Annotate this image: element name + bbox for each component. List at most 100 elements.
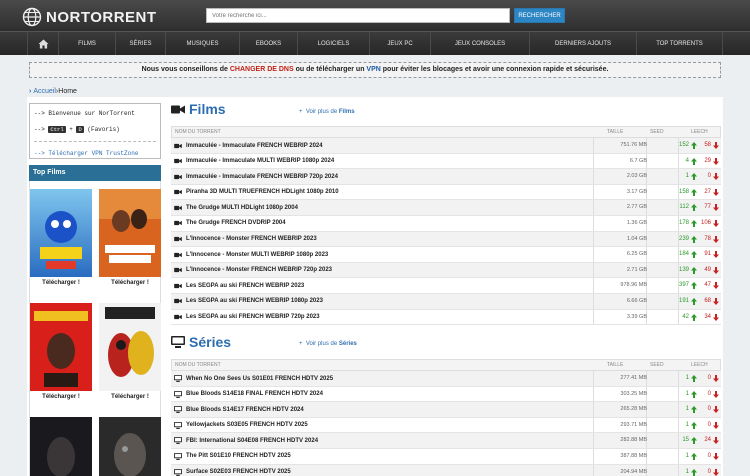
torrent-name-link[interactable]: Les SEGPA au ski FRENCH WEBRIP 2023: [174, 278, 304, 293]
poster-image[interactable]: [30, 189, 92, 277]
table-row[interactable]: Yellowjackets S03E05 FRENCH HDTV 2025 293…: [171, 417, 721, 434]
breadcrumb-home-link[interactable]: Accueil: [33, 88, 56, 95]
table-row[interactable]: Les SEGPA au ski FRENCH WEBRIP 2023 978.9…: [171, 278, 721, 294]
banner-text-2: ou de télécharger un: [293, 66, 367, 73]
table-row[interactable]: Les SEGPA au ski FRENCH WEBRIP 1080p 202…: [171, 293, 721, 310]
nav-logiciels[interactable]: LOGICIELS: [297, 32, 369, 55]
vpn-link[interactable]: VPN: [366, 66, 380, 73]
torrent-name-link[interactable]: Immaculée - Immaculate FRENCH WEBRIP 720…: [174, 169, 338, 184]
vpn-download-link[interactable]: --> Télécharger VPN TrustZone: [34, 150, 138, 157]
torrent-name-link[interactable]: The Grudge MULTI HDLight 1080p 2004: [174, 200, 298, 215]
home-icon: [38, 38, 48, 49]
download-label[interactable]: Télécharger !: [99, 280, 161, 286]
arrow-down-icon: [713, 142, 719, 149]
table-row[interactable]: Immaculée - Immaculate FRENCH WEBRIP 720…: [171, 169, 721, 185]
torrent-name-link[interactable]: Les SEGPA au ski FRENCH WEBRIP 1080p 202…: [174, 294, 323, 309]
divider: [34, 141, 156, 142]
nav-films[interactable]: FILMS: [58, 32, 115, 55]
table-row[interactable]: Surface S02E03 FRENCH HDTV 2025 204.94 MB…: [171, 464, 721, 476]
torrent-name-link[interactable]: L'Innocence - Monster MULTI WEBRIP 1080p…: [174, 247, 328, 262]
torrent-name-link[interactable]: L'Innocence - Monster FRENCH WEBRIP 2023: [174, 232, 317, 247]
torrent-name-link[interactable]: Surface S02E03 FRENCH HDTV 2025: [174, 465, 291, 476]
leech-value: 34: [704, 313, 711, 320]
torrent-name-link[interactable]: Piranha 3D MULTI TRUEFRENCH HDLight 1080…: [174, 185, 339, 200]
banner-text-3: pour éviter les blocages et avoir une co…: [380, 66, 609, 73]
torrent-name-link[interactable]: Blue Bloods S14E18 FINAL FRENCH HDTV 202…: [174, 387, 323, 402]
arrow-down-icon: [713, 297, 719, 305]
video-camera-icon: [174, 205, 182, 211]
poster-image[interactable]: [30, 417, 92, 476]
table-header: NOM DU TORRENT TAILLE SEED LEECH: [171, 126, 721, 138]
table-row[interactable]: Les SEGPA au ski FRENCH WEBRIP 720p 2023…: [171, 309, 721, 326]
nav-jeux-pc[interactable]: JEUX PC: [369, 32, 430, 55]
torrent-size: 3.17 GB: [626, 188, 647, 195]
d-key: D: [76, 126, 84, 133]
top-films-header: Top Films: [29, 165, 161, 181]
torrent-name-link[interactable]: L'Innocence - Monster FRENCH WEBRIP 720p…: [174, 263, 332, 278]
torrent-name-link[interactable]: Yellowjackets S03E05 FRENCH HDTV 2025: [174, 418, 308, 433]
poster-image[interactable]: [99, 417, 161, 476]
table-row[interactable]: L'Innocence - Monster MULTI WEBRIP 1080p…: [171, 247, 721, 263]
site-logo[interactable]: NORTORRENT: [22, 7, 157, 27]
table-row[interactable]: Piranha 3D MULTI TRUEFRENCH HDLight 1080…: [171, 184, 721, 201]
poster-image[interactable]: [30, 303, 92, 391]
more-prefix: Voir plus de: [305, 341, 339, 347]
torrent-name: Piranha 3D MULTI TRUEFRENCH HDLight 1080…: [186, 189, 339, 196]
torrent-name-link[interactable]: Immaculée - Immaculate MULTI WEBRIP 1080…: [174, 154, 334, 169]
torrent-name-link[interactable]: When No One Sees Us S01E01 FRENCH HDTV 2…: [174, 371, 333, 386]
welcome-box: --> Bienvenue sur NorTorrent --> Ctrl + …: [29, 103, 161, 159]
torrent-name: Immaculée - Immaculate FRENCH WEBRIP 720…: [186, 173, 338, 180]
download-label[interactable]: Télécharger !: [30, 394, 92, 400]
leech-value: 58: [704, 142, 711, 148]
films-more-link[interactable]: + Voir plus de Films: [299, 109, 355, 115]
torrent-name-link[interactable]: The Pitt S01E10 FRENCH HDTV 2025: [174, 449, 291, 464]
torrent-name: L'Innocence - Monster FRENCH WEBRIP 2023: [186, 236, 317, 243]
torrent-name-link[interactable]: Les SEGPA au ski FRENCH WEBRIP 720p 2023: [174, 310, 320, 325]
search-input[interactable]: [206, 8, 510, 23]
films-section-title: Films: [171, 101, 226, 117]
arrow-down-icon: [713, 235, 719, 243]
table-header: NOM DU TORRENT TAILLE SEED LEECH: [171, 359, 721, 371]
nav-musiques[interactable]: MUSIQUES: [165, 32, 239, 55]
torrent-name-link[interactable]: Blue Bloods S14E17 FRENCH HDTV 2024: [174, 402, 304, 417]
arrow-down-icon: [713, 219, 719, 227]
table-row[interactable]: The Pitt S01E10 FRENCH HDTV 2025 387.88 M…: [171, 448, 721, 465]
tv-icon: [174, 437, 182, 445]
arrow-down-icon: [713, 452, 719, 460]
table-row[interactable]: The Grudge MULTI HDLight 1080p 2004 2.77 …: [171, 200, 721, 216]
download-label[interactable]: Télécharger !: [99, 394, 161, 400]
table-row[interactable]: When No One Sees Us S01E01 FRENCH HDTV 2…: [171, 371, 721, 387]
tv-icon: [174, 375, 182, 382]
poster-image[interactable]: [99, 189, 161, 277]
films-title: Films: [189, 101, 226, 117]
nav-series[interactable]: SÉRIES: [115, 32, 165, 55]
torrent-size: 1.36 GB: [626, 219, 647, 226]
nav-home[interactable]: [27, 32, 58, 55]
nav-ebooks[interactable]: EBOOKS: [239, 32, 297, 55]
arrow-down-icon: [713, 282, 719, 290]
poster-image[interactable]: [99, 303, 161, 391]
change-dns-link[interactable]: CHANGER DE DNS: [230, 66, 294, 73]
nav-top-torrents[interactable]: TOP TORRENTS: [636, 32, 723, 55]
nav-jeux-consoles[interactable]: JEUX CONSOLES: [430, 32, 529, 55]
leech-value: 0: [707, 375, 711, 381]
table-row[interactable]: L'Innocence - Monster FRENCH WEBRIP 720p…: [171, 262, 721, 279]
table-row[interactable]: Blue Bloods S14E17 FRENCH HDTV 2024 265.2…: [171, 402, 721, 418]
series-more-link[interactable]: + Voir plus de Séries: [299, 341, 357, 347]
table-row[interactable]: The Grudge FRENCH DVDRIP 2004 1.36 GB 178 1…: [171, 215, 721, 232]
nav-derniers-ajouts[interactable]: DERNIERS AJOUTS: [529, 32, 636, 55]
leech-count: 47: [677, 278, 721, 293]
leech-value: 0: [707, 421, 711, 428]
table-row[interactable]: L'Innocence - Monster FRENCH WEBRIP 2023…: [171, 231, 721, 248]
table-row[interactable]: Immaculée - Immaculate FRENCH WEBRIP 202…: [171, 138, 721, 154]
table-row[interactable]: Blue Bloods S14E18 FINAL FRENCH HDTV 202…: [171, 386, 721, 403]
table-row[interactable]: Immaculée - Immaculate MULTI WEBRIP 1080…: [171, 153, 721, 170]
download-label[interactable]: Télécharger !: [30, 280, 92, 286]
torrent-name-link[interactable]: The Grudge FRENCH DVDRIP 2004: [174, 216, 286, 231]
leech-count: 91: [677, 247, 721, 262]
table-row[interactable]: FBI: International S04E08 FRENCH HDTV 20…: [171, 433, 721, 449]
search-button[interactable]: RECHERCHER: [514, 8, 565, 23]
torrent-name-link[interactable]: Immaculée - Immaculate FRENCH WEBRIP 202…: [174, 138, 323, 153]
video-camera-icon: [174, 252, 182, 257]
torrent-name-link[interactable]: FBI: International S04E08 FRENCH HDTV 20…: [174, 433, 318, 448]
